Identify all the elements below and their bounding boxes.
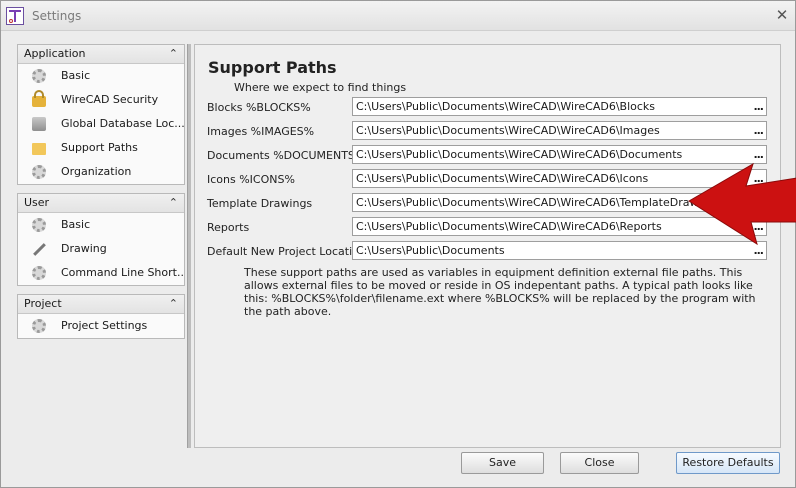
- nav-item-command-line-shortcuts[interactable]: Command Line Short...: [18, 261, 184, 285]
- nav-item-wirecad-security[interactable]: WireCAD Security: [18, 88, 184, 112]
- browse-button[interactable]: ...: [753, 242, 764, 259]
- template-drawings-label: Template Drawings: [207, 197, 313, 210]
- images-path-field[interactable]: C:\Users\Public\Documents\WireCAD\WireCA…: [352, 121, 767, 140]
- documents-label: Documents %DOCUMENTS%: [207, 149, 366, 162]
- browse-button[interactable]: ...: [753, 146, 764, 163]
- nav-group-header[interactable]: Application ⌃: [18, 45, 184, 64]
- path-value: C:\Users\Public\Documents: [356, 244, 505, 257]
- gear-icon: [32, 319, 46, 333]
- app-icon: [6, 7, 24, 25]
- nav-item-label: WireCAD Security: [61, 93, 159, 106]
- save-button[interactable]: Save: [461, 452, 544, 474]
- reports-path-field[interactable]: C:\Users\Public\Documents\WireCAD\WireCA…: [352, 217, 767, 236]
- blocks-label: Blocks %BLOCKS%: [207, 101, 311, 114]
- settings-nav: Application ⌃ Basic WireCAD Security Glo…: [17, 44, 185, 347]
- default-project-location-label: Default New Project Location: [207, 245, 366, 258]
- wrench-icon: [32, 242, 46, 256]
- nav-group-application: Application ⌃ Basic WireCAD Security Glo…: [17, 44, 185, 185]
- nav-item-label: Project Settings: [61, 319, 148, 332]
- settings-window: Settings ✕ Application ⌃ Basic WireCAD S…: [0, 0, 796, 488]
- nav-item-label: Drawing: [61, 242, 107, 255]
- browse-button[interactable]: ...: [753, 218, 764, 235]
- path-value: C:\Users\Public\Documents\WireCAD\WireCA…: [356, 196, 722, 209]
- close-icon[interactable]: ✕: [774, 7, 790, 23]
- panel-splitter[interactable]: [187, 44, 191, 448]
- folder-icon: [32, 143, 46, 155]
- template-drawings-path-field[interactable]: C:\Users\Public\Documents\WireCAD\WireCA…: [352, 193, 767, 212]
- nav-item-label: Support Paths: [61, 141, 138, 154]
- icons-path-field[interactable]: C:\Users\Public\Documents\WireCAD\WireCA…: [352, 169, 767, 188]
- window-title: Settings: [32, 9, 82, 23]
- lock-icon: [32, 90, 46, 107]
- nav-item-label: Organization: [61, 165, 132, 178]
- path-value: C:\Users\Public\Documents\WireCAD\WireCA…: [356, 172, 649, 185]
- support-paths-panel: Support Paths Where we expect to find th…: [194, 44, 781, 448]
- path-value: C:\Users\Public\Documents\WireCAD\WireCA…: [356, 124, 660, 137]
- documents-path-field[interactable]: C:\Users\Public\Documents\WireCAD\WireCA…: [352, 145, 767, 164]
- close-button[interactable]: Close: [560, 452, 639, 474]
- nav-item-support-paths[interactable]: Support Paths: [18, 136, 184, 160]
- nav-item-global-database[interactable]: Global Database Loc...: [18, 112, 184, 136]
- gear-icon: [32, 218, 46, 232]
- blocks-path-field[interactable]: C:\Users\Public\Documents\WireCAD\WireCA…: [352, 97, 767, 116]
- nav-group-title: Application: [24, 47, 86, 60]
- gear-icon: [32, 165, 46, 179]
- collapse-icon[interactable]: ⌃: [169, 45, 178, 63]
- nav-item-project-settings[interactable]: Project Settings: [18, 314, 184, 338]
- nav-group-header[interactable]: User ⌃: [18, 194, 184, 213]
- page-subtitle: Where we expect to find things: [234, 81, 407, 94]
- default-project-location-field[interactable]: C:\Users\Public\Documents...: [352, 241, 767, 260]
- nav-group-header[interactable]: Project ⌃: [18, 295, 184, 314]
- path-value: C:\Users\Public\Documents\WireCAD\WireCA…: [356, 148, 683, 161]
- browse-button[interactable]: ...: [753, 170, 764, 187]
- nav-item-drawing[interactable]: Drawing: [18, 237, 184, 261]
- nav-item-label: Command Line Short...: [61, 266, 184, 279]
- nav-group-title: Project: [24, 297, 62, 310]
- nav-item-label: Global Database Loc...: [61, 117, 184, 130]
- nav-item-user-basic[interactable]: Basic: [18, 213, 184, 237]
- browse-button[interactable]: ...: [753, 98, 764, 115]
- support-paths-note: These support paths are used as variable…: [244, 266, 756, 318]
- nav-item-label: Basic: [61, 218, 91, 231]
- title-bar[interactable]: Settings ✕: [1, 1, 795, 31]
- nav-group-user: User ⌃ Basic Drawing Command Line Short.…: [17, 193, 185, 286]
- path-value: C:\Users\Public\Documents\WireCAD\WireCA…: [356, 100, 656, 113]
- path-value: C:\Users\Public\Documents\WireCAD\WireCA…: [356, 220, 662, 233]
- reports-label: Reports: [207, 221, 250, 234]
- nav-group-project: Project ⌃ Project Settings: [17, 294, 185, 339]
- nav-item-organization[interactable]: Organization: [18, 160, 184, 184]
- nav-group-title: User: [24, 196, 50, 209]
- collapse-icon[interactable]: ⌃: [169, 295, 178, 313]
- images-label: Images %IMAGES%: [207, 125, 315, 138]
- browse-button[interactable]: ...: [753, 194, 764, 211]
- collapse-icon[interactable]: ⌃: [169, 194, 178, 212]
- nav-item-basic[interactable]: Basic: [18, 64, 184, 88]
- database-icon: [32, 117, 46, 131]
- browse-button[interactable]: ...: [753, 122, 764, 139]
- page-title: Support Paths: [208, 58, 337, 77]
- icons-label: Icons %ICONS%: [207, 173, 295, 186]
- gear-icon: [32, 266, 46, 280]
- gear-icon: [32, 69, 46, 83]
- nav-item-label: Basic: [61, 69, 91, 82]
- restore-defaults-button[interactable]: Restore Defaults: [676, 452, 780, 474]
